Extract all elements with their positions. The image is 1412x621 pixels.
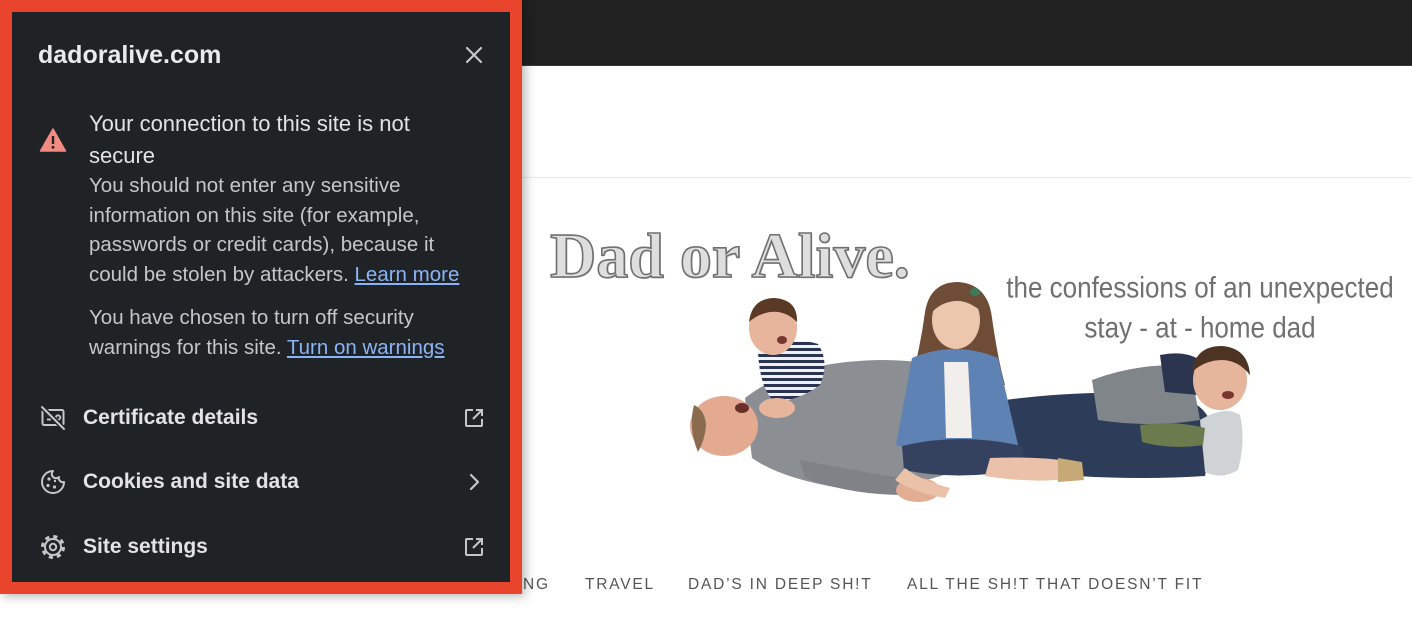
external-link-icon: [465, 409, 483, 427]
cookies-site-data-label: Cookies and site data: [83, 470, 299, 493]
site-logo-title: Dad or Alive.: [549, 220, 910, 291]
site-settings-label: Site settings: [83, 535, 208, 558]
nav-item-all-the-rest[interactable]: ALL THE SH!T THAT DOESN’T FIT: [907, 575, 1203, 595]
gear-icon: [41, 535, 65, 559]
site-settings-row[interactable]: Site settings: [12, 515, 510, 579]
certificate-off-icon: [40, 405, 66, 431]
nav-item-travel[interactable]: TRAVEL: [585, 575, 655, 595]
browser-page: Dad or Alive. the confessions of an unex…: [0, 0, 1412, 621]
cookies-site-data-row[interactable]: Cookies and site data: [12, 450, 510, 514]
certificate-details-row[interactable]: Certificate details: [12, 386, 510, 450]
site-info-popup: dadoralive.com Your connection to this s…: [0, 0, 522, 594]
connection-warning-description: You should not enter any sensitive infor…: [89, 171, 474, 289]
family-photo: [690, 282, 1250, 502]
chevron-right-icon: [469, 473, 480, 491]
certificate-details-label: Certificate details: [83, 406, 259, 429]
external-link-icon: [465, 538, 483, 556]
warnings-off-notice: You have chosen to turn off security war…: [89, 303, 474, 363]
nav-item-partial[interactable]: NG: [523, 575, 550, 595]
close-icon[interactable]: [462, 43, 486, 67]
site-domain-title: dadoralive.com: [38, 41, 222, 69]
cookie-icon: [41, 470, 65, 494]
learn-more-link[interactable]: Learn more: [355, 263, 460, 286]
girl-figure: [895, 282, 1084, 498]
nav-item-dads-in-deep[interactable]: DAD’S IN DEEP SH!T: [688, 575, 873, 595]
warning-triangle-icon: [39, 128, 67, 152]
connection-warning-heading: Your connection to this site is not secu…: [89, 111, 410, 168]
turn-on-warnings-link[interactable]: Turn on warnings: [287, 336, 445, 359]
